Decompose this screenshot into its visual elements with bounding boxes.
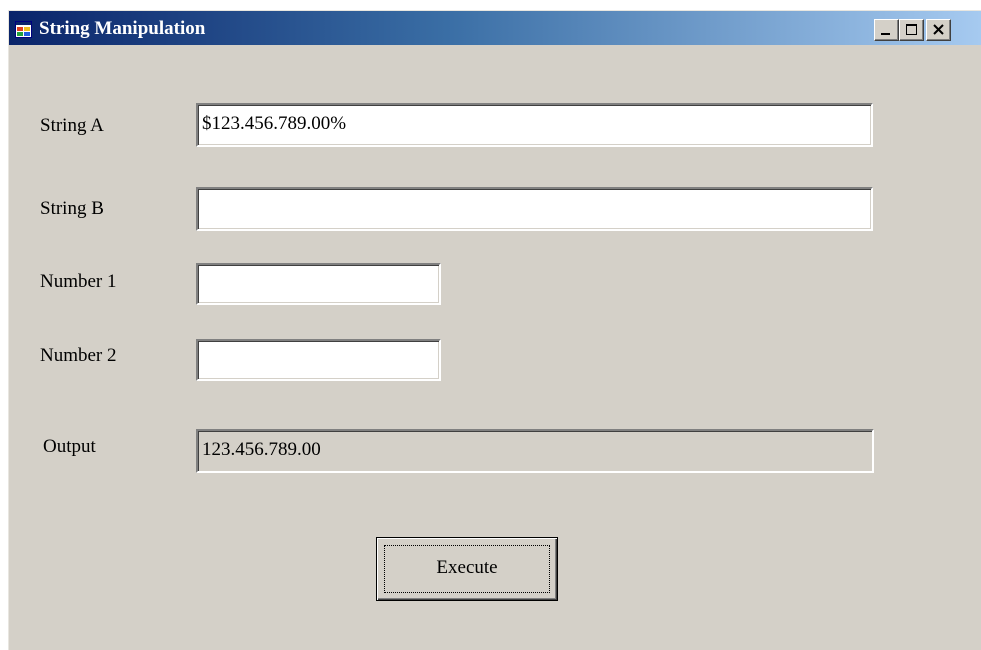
string-a-label: String A <box>40 115 104 136</box>
number-2-label: Number 2 <box>40 345 117 366</box>
string-b-input[interactable] <box>196 187 873 231</box>
string-a-input[interactable]: $123.456.789.00% <box>196 103 873 147</box>
output-field: 123.456.789.00 <box>196 429 874 473</box>
app-window-icon[interactable] <box>15 21 32 38</box>
window-title: String Manipulation <box>39 18 206 39</box>
minimize-icon <box>881 33 890 35</box>
close-button[interactable] <box>926 19 951 41</box>
execute-button[interactable]: Execute <box>376 537 558 601</box>
execute-label: Execute <box>436 557 498 578</box>
title-bar[interactable]: String Manipulation <box>9 11 981 45</box>
string-b-label: String B <box>40 198 104 219</box>
number-1-input[interactable] <box>196 263 441 305</box>
maximize-icon <box>906 24 917 35</box>
number-2-input[interactable] <box>196 339 441 381</box>
close-icon <box>933 24 944 35</box>
maximize-button[interactable] <box>899 19 924 41</box>
minimize-button[interactable] <box>874 19 899 41</box>
main-window: String Manipulation String A $123.456.78… <box>8 10 981 650</box>
number-1-label: Number 1 <box>40 271 117 292</box>
output-label: Output <box>43 436 96 457</box>
